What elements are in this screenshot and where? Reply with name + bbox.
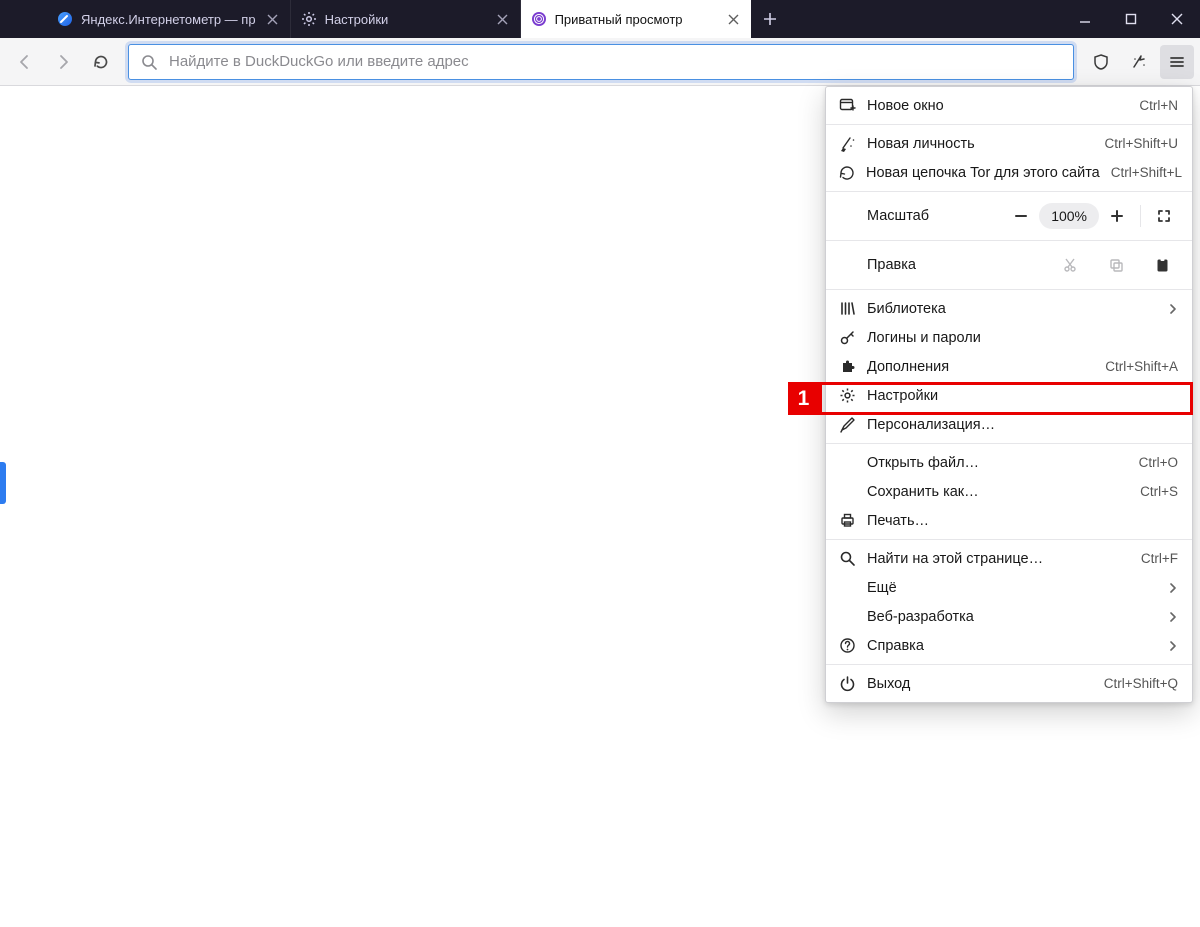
menu-label: Новая цепочка Tor для этого сайта xyxy=(866,165,1100,181)
menu-open-file[interactable]: Открыть файл… Ctrl+O xyxy=(826,448,1192,477)
new-tab-button[interactable] xyxy=(751,0,789,38)
menu-help[interactable]: Справка xyxy=(826,631,1192,660)
tab-settings[interactable]: Настройки xyxy=(291,0,521,38)
reload-button[interactable] xyxy=(84,45,118,79)
menu-label: Настройки xyxy=(867,388,1178,404)
menu-shortcut: Ctrl+O xyxy=(1139,455,1178,470)
tab-yandex[interactable]: Яндекс.Интернетометр — пр xyxy=(47,0,291,38)
zoom-out-button[interactable] xyxy=(1003,201,1039,231)
menu-label: Новое окно xyxy=(867,98,1128,114)
menu-print[interactable]: Печать… xyxy=(826,506,1192,535)
menu-web-developer[interactable]: Веб-разработка xyxy=(826,602,1192,631)
menu-label: Сохранить как… xyxy=(867,484,1129,500)
menu-addons[interactable]: Дополнения Ctrl+Shift+A xyxy=(826,352,1192,381)
url-bar[interactable] xyxy=(128,44,1074,80)
menu-customize[interactable]: Персонализация… xyxy=(826,410,1192,439)
chevron-right-icon xyxy=(1168,612,1178,622)
window-maximize-button[interactable] xyxy=(1108,0,1154,38)
menu-shortcut: Ctrl+Shift+A xyxy=(1105,359,1178,374)
back-button[interactable] xyxy=(8,45,42,79)
library-icon xyxy=(838,300,856,318)
menu-logins[interactable]: Логины и пароли xyxy=(826,323,1192,352)
menu-zoom: Масштаб 100% xyxy=(826,196,1192,236)
menu-label: Персонализация… xyxy=(867,417,1178,433)
menu-label: Ещё xyxy=(867,580,1157,596)
tab-title: Приватный просмотр xyxy=(555,12,717,27)
app-menu-button[interactable] xyxy=(1160,45,1194,79)
menu-quit[interactable]: Выход Ctrl+Shift+Q xyxy=(826,669,1192,698)
chevron-right-icon xyxy=(1168,641,1178,651)
forward-button[interactable] xyxy=(46,45,80,79)
tab-private[interactable]: Приватный просмотр xyxy=(521,0,751,38)
menu-label: Масштаб xyxy=(867,208,1003,224)
menu-label: Выход xyxy=(867,676,1093,692)
window-close-button[interactable] xyxy=(1154,0,1200,38)
menu-label: Библиотека xyxy=(867,301,1157,317)
broom-spark-icon xyxy=(838,135,856,153)
search-icon xyxy=(141,54,157,70)
power-icon xyxy=(838,675,856,693)
menu-shortcut: Ctrl+S xyxy=(1140,484,1178,499)
zoom-value[interactable]: 100% xyxy=(1039,203,1099,229)
menu-label: Дополнения xyxy=(867,359,1094,375)
menu-shortcut: Ctrl+Shift+Q xyxy=(1104,676,1178,691)
menu-shortcut: Ctrl+Shift+U xyxy=(1104,136,1178,151)
app-menu: Новое окно Ctrl+N Новая личность Ctrl+Sh… xyxy=(825,86,1193,703)
menu-more[interactable]: Ещё xyxy=(826,573,1192,602)
tab-title: Яндекс.Интернетометр — пр xyxy=(81,12,256,27)
close-icon[interactable] xyxy=(725,10,743,28)
tab-title: Настройки xyxy=(325,12,486,27)
menu-shortcut: Ctrl+N xyxy=(1139,98,1178,113)
menu-label: Найти на этой странице… xyxy=(867,551,1130,567)
menu-settings[interactable]: Настройки xyxy=(826,381,1192,410)
nav-toolbar xyxy=(0,38,1200,86)
print-icon xyxy=(838,512,856,530)
menu-label: Печать… xyxy=(867,513,1178,529)
chevron-right-icon xyxy=(1168,583,1178,593)
speedometer-icon xyxy=(57,11,73,27)
paintbrush-icon xyxy=(838,416,856,434)
tab-bar: Яндекс.Интернетометр — пр Настройки Прив… xyxy=(0,0,1200,38)
copy-button[interactable] xyxy=(1096,250,1136,280)
menu-label: Открыть файл… xyxy=(867,455,1128,471)
menu-label: Логины и пароли xyxy=(867,330,1178,346)
menu-library[interactable]: Библиотека xyxy=(826,294,1192,323)
window-minimize-button[interactable] xyxy=(1062,0,1108,38)
menu-label: Правка xyxy=(867,257,1050,273)
gear-icon xyxy=(838,387,856,405)
new-window-icon xyxy=(838,97,856,115)
zoom-in-button[interactable] xyxy=(1099,201,1135,231)
refresh-circuit-icon xyxy=(838,164,855,182)
puzzle-icon xyxy=(838,358,856,376)
url-input[interactable] xyxy=(167,52,1061,71)
cut-button[interactable] xyxy=(1050,250,1090,280)
menu-label: Справка xyxy=(867,638,1157,654)
paste-button[interactable] xyxy=(1142,250,1182,280)
shield-button[interactable] xyxy=(1084,45,1118,79)
security-level-button[interactable] xyxy=(1122,45,1156,79)
tor-icon xyxy=(531,11,547,27)
fullscreen-button[interactable] xyxy=(1146,201,1182,231)
gear-icon xyxy=(301,11,317,27)
scroll-highlight xyxy=(0,462,6,504)
menu-label: Новая личность xyxy=(867,136,1093,152)
search-icon xyxy=(838,550,856,568)
menu-save-as[interactable]: Сохранить как… Ctrl+S xyxy=(826,477,1192,506)
chevron-right-icon xyxy=(1168,304,1178,314)
help-icon xyxy=(838,637,856,655)
key-icon xyxy=(838,329,856,347)
menu-new-tor-circuit[interactable]: Новая цепочка Tor для этого сайта Ctrl+S… xyxy=(826,158,1192,187)
menu-new-identity[interactable]: Новая личность Ctrl+Shift+U xyxy=(826,129,1192,158)
close-icon[interactable] xyxy=(264,10,282,28)
menu-label: Веб-разработка xyxy=(867,609,1157,625)
close-icon[interactable] xyxy=(494,10,512,28)
menu-new-window[interactable]: Новое окно Ctrl+N xyxy=(826,91,1192,120)
menu-shortcut: Ctrl+F xyxy=(1141,551,1178,566)
menu-find[interactable]: Найти на этой странице… Ctrl+F xyxy=(826,544,1192,573)
menu-shortcut: Ctrl+Shift+L xyxy=(1111,165,1182,180)
menu-edit: Правка xyxy=(826,245,1192,285)
